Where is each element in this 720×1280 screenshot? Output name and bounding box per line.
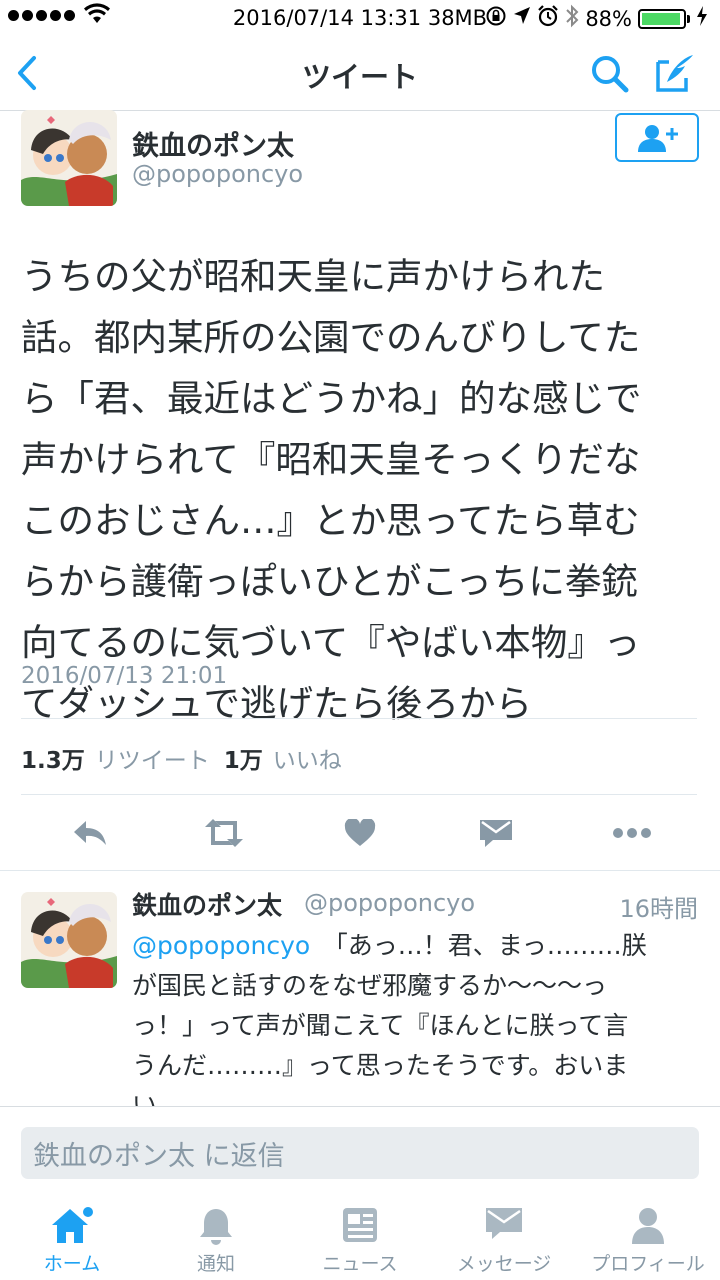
reply-icon: [74, 821, 106, 845]
reply-line: うんだ………』って思ったそうです。おいま: [132, 1051, 629, 1080]
charging-icon: [696, 6, 708, 31]
status-bar: 2016/07/14 13:31 38MB 88%: [0, 0, 720, 36]
reply-author-handle[interactable]: @popoponcyo: [304, 889, 475, 917]
tweet-actions: [0, 806, 720, 866]
reply-author-avatar[interactable]: [21, 892, 117, 988]
tab-label: プロフィール: [591, 1253, 705, 1275]
like-button[interactable]: [330, 806, 390, 860]
retweet-label[interactable]: リツイート: [95, 741, 210, 775]
reply-timestamp: 16時間: [619, 895, 698, 923]
retweet-icon: [205, 819, 243, 847]
divider: [0, 870, 720, 871]
rotation-lock-icon: [485, 5, 507, 32]
author-handle[interactable]: @popoponcyo: [132, 160, 303, 188]
compose-icon: [656, 55, 693, 92]
compose-button[interactable]: [655, 52, 697, 98]
like-label[interactable]: いいね: [273, 741, 342, 775]
like-count[interactable]: 1万: [224, 741, 263, 775]
envelope-icon: [484, 1206, 524, 1244]
location-icon: [513, 6, 531, 31]
follow-button[interactable]: [615, 113, 699, 162]
reply-bar: 鉄血のポン太 に返信: [0, 1106, 720, 1201]
retweet-count[interactable]: 1.3万: [21, 741, 85, 775]
more-button[interactable]: [602, 806, 662, 860]
tab-news[interactable]: ニュース: [288, 1200, 432, 1280]
tab-label: ホーム: [43, 1253, 101, 1275]
profile-icon: [630, 1206, 666, 1250]
tweet-line: 話。都内某所の公園でのんびりしてた: [21, 316, 641, 359]
retweet-button[interactable]: [194, 806, 254, 860]
status-right: 88%: [485, 4, 720, 33]
reply-text: @popoponcyo 「あっ…！君、まっ………朕 が国民と話すのをなぜ邪魔する…: [132, 926, 702, 1126]
tab-label: 通知: [196, 1253, 235, 1275]
reply-line: が国民と話すのをなぜ邪魔するか〜〜〜っ: [132, 971, 608, 1000]
author-avatar[interactable]: [21, 110, 117, 206]
envelope-icon: [480, 820, 512, 847]
reply-button[interactable]: [60, 806, 120, 860]
bluetooth-icon: [565, 4, 579, 33]
battery-icon: [638, 8, 686, 29]
tab-bar: ホーム 通知 ニュース メッセージ プロフィール: [0, 1200, 720, 1280]
nav-bar: ツイート: [0, 36, 720, 111]
divider: [21, 794, 697, 795]
mention-link[interactable]: @popoponcyo: [132, 931, 310, 960]
add-user-icon: [638, 124, 678, 152]
author-name[interactable]: 鉄血のポン太: [132, 124, 294, 163]
tweet-line: うちの父が昭和天皇に声かけられた: [21, 255, 605, 298]
reply-line: っ！」って声が聞こえて『ほんとに朕って言: [132, 1011, 629, 1040]
search-icon: [592, 56, 629, 93]
news-icon: [341, 1206, 379, 1248]
tweet-text: うちの父が昭和天皇に声かけられた 話。都内某所の公園でのんびりしてた ら「君、最…: [21, 246, 701, 734]
battery-percent: 88%: [585, 6, 632, 31]
tweet-line: ら「君、最近はどうかね」的な感じで: [21, 377, 642, 420]
tab-home[interactable]: ホーム: [0, 1200, 144, 1280]
tweet-date: 2016/07/13 21:01: [21, 663, 228, 689]
home-icon: [50, 1206, 94, 1250]
reply-line: @popoponcyo 「あっ…！君、まっ………朕: [132, 931, 647, 960]
divider: [21, 718, 697, 719]
tab-notifications[interactable]: 通知: [144, 1200, 288, 1280]
reply-input[interactable]: 鉄血のポン太 に返信: [21, 1127, 699, 1179]
tab-label: メッセージ: [456, 1253, 552, 1275]
tweet-line: 声かけられて『昭和天皇そっくりだな: [21, 438, 641, 481]
direct-message-button[interactable]: [466, 806, 526, 860]
tab-label: ニュース: [322, 1253, 398, 1275]
tweet-stats: 1.3万 リツイート 1万 いいね: [21, 741, 356, 775]
bell-icon: [198, 1206, 234, 1250]
reply-author-name[interactable]: 鉄血のポン太: [132, 886, 282, 922]
tab-profile[interactable]: プロフィール: [576, 1200, 720, 1280]
tab-messages[interactable]: メッセージ: [432, 1200, 576, 1280]
tweet-line: らから護衛っぽいひとがこっちに拳銃: [21, 560, 638, 603]
alarm-icon: [537, 5, 559, 32]
search-button[interactable]: [590, 54, 630, 98]
more-icon: [613, 828, 651, 838]
tweet-line: このおじさん…』とか思ってたら草む: [21, 499, 640, 542]
heart-icon: [344, 819, 376, 846]
